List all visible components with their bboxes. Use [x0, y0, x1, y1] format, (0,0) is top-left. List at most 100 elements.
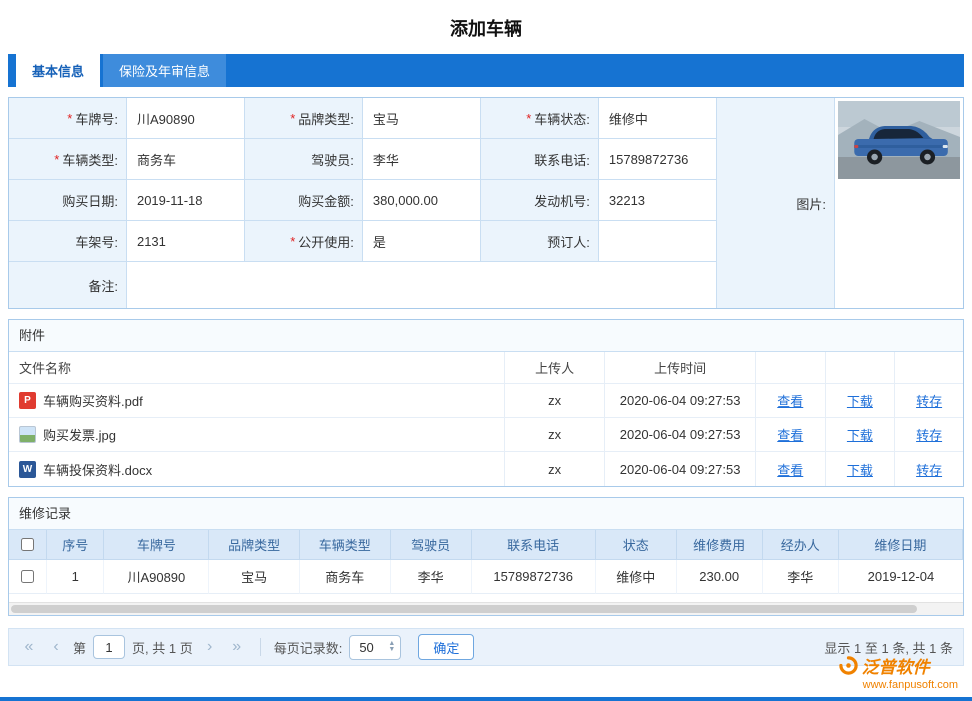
image-file-icon — [19, 426, 36, 443]
column-repair-date: 维修日期 — [839, 530, 963, 560]
required-star: * — [526, 111, 531, 126]
field-value-vehicle-status[interactable]: 维修中 — [599, 98, 717, 139]
status-cell: 维修中 — [596, 560, 677, 594]
attachments-title: 附件 — [9, 320, 963, 352]
label-text: 备注: — [88, 276, 118, 295]
per-page-label: 每页记录数: — [274, 638, 343, 657]
brand-type-cell: 宝马 — [209, 560, 300, 594]
label-text: 公开使用: — [298, 232, 354, 251]
word-file-icon — [19, 461, 36, 478]
row-checkbox[interactable] — [21, 570, 34, 583]
view-link[interactable]: 查看 — [777, 460, 803, 479]
handler-cell: 李华 — [763, 560, 839, 594]
field-value-reserver[interactable] — [599, 221, 717, 262]
download-link[interactable]: 下载 — [847, 391, 873, 410]
upload-time-cell: 2020-06-04 09:27:53 — [605, 452, 756, 486]
column-vehicle-type: 车辆类型 — [300, 530, 391, 560]
column-upload-time: 上传时间 — [605, 352, 756, 384]
next-page-icon[interactable]: › — [200, 636, 220, 658]
horizontal-scrollbar[interactable] — [9, 602, 963, 615]
maintenance-row: 1 川A90890 宝马 商务车 李华 15789872736 维修中 230.… — [9, 560, 963, 594]
label-text: 发动机号: — [534, 191, 590, 210]
label-text: 车辆类型: — [62, 150, 118, 169]
field-label-contact-phone: 联系电话: — [481, 139, 599, 180]
attachment-row: 车辆投保资料.docx zx 2020-06-04 09:27:53 查看 下载… — [9, 452, 963, 486]
column-plate-number: 车牌号 — [104, 530, 209, 560]
uploader-cell: zx — [505, 418, 605, 452]
field-value-contact-phone[interactable]: 15789872736 — [599, 139, 717, 180]
attachment-row: 购买发票.jpg zx 2020-06-04 09:27:53 查看 下载 转存 — [9, 418, 963, 452]
page-root: 添加车辆 基本信息 保险及年审信息 *车牌号: 川A90890 *品牌类型: 宝… — [0, 0, 972, 666]
field-label-vehicle-status: *车辆状态: — [481, 98, 599, 139]
prev-page-icon[interactable]: ‹ — [46, 636, 66, 658]
first-page-icon[interactable]: « — [19, 636, 39, 658]
page-number-input[interactable] — [93, 635, 125, 659]
column-brand-type: 品牌类型 — [209, 530, 300, 560]
file-name-cell: 购买发票.jpg — [9, 418, 505, 452]
field-value-vehicle-type[interactable]: 商务车 — [127, 139, 245, 180]
spinner-icon[interactable]: ▲▼ — [388, 641, 395, 653]
column-file-name: 文件名称 — [9, 352, 505, 384]
required-star: * — [290, 234, 295, 249]
field-value-purchase-amount[interactable]: 380,000.00 — [363, 180, 481, 221]
tab-basic-info[interactable]: 基本信息 — [16, 54, 100, 87]
download-link[interactable]: 下载 — [847, 425, 873, 444]
field-label-frame-number: 车架号: — [9, 221, 127, 262]
field-value-frame-number[interactable]: 2131 — [127, 221, 245, 262]
tab-insurance-info[interactable]: 保险及年审信息 — [103, 54, 226, 87]
label-text: 联系电话: — [534, 150, 590, 169]
download-link[interactable]: 下载 — [847, 460, 873, 479]
bottom-accent-bar — [0, 697, 972, 701]
column-uploader: 上传人 — [505, 352, 605, 384]
view-link[interactable]: 查看 — [777, 391, 803, 410]
column-index: 序号 — [47, 530, 104, 560]
transfer-link[interactable]: 转存 — [916, 460, 942, 479]
field-label-purchase-date: 购买日期: — [9, 180, 127, 221]
field-value-public-use[interactable]: 是 — [363, 221, 481, 262]
column-repair-cost: 维修费用 — [677, 530, 763, 560]
last-page-icon[interactable]: » — [227, 636, 247, 658]
contact-phone-cell: 15789872736 — [472, 560, 596, 594]
upload-time-cell: 2020-06-04 09:27:53 — [605, 418, 756, 452]
per-page-value: 50 — [359, 640, 373, 655]
column-handler: 经办人 — [763, 530, 839, 560]
label-text: 品牌类型: — [298, 109, 354, 128]
tab-bar: 基本信息 保险及年审信息 — [8, 54, 964, 87]
select-all-cell — [9, 530, 47, 560]
label-text: 车辆状态: — [534, 109, 590, 128]
field-value-brand-type[interactable]: 宝马 — [363, 98, 481, 139]
transfer-link[interactable]: 转存 — [916, 391, 942, 410]
file-name-cell: 车辆投保资料.docx — [9, 452, 505, 486]
field-label-brand-type: *品牌类型: — [245, 98, 363, 139]
pdf-file-icon — [19, 392, 36, 409]
column-action-transfer — [895, 352, 963, 384]
view-link[interactable]: 查看 — [777, 425, 803, 444]
fanpu-watermark: 泛普软件 www.fanpusoft.com — [839, 653, 958, 691]
field-value-driver[interactable]: 李华 — [363, 139, 481, 180]
driver-cell: 李华 — [391, 560, 472, 594]
field-label-reserver: 预订人: — [481, 221, 599, 262]
file-name: 车辆投保资料.docx — [43, 460, 152, 479]
field-value-plate-number[interactable]: 川A90890 — [127, 98, 245, 139]
column-contact-phone: 联系电话 — [472, 530, 596, 560]
field-value-purchase-date[interactable]: 2019-11-18 — [127, 180, 245, 221]
field-value-engine-number[interactable]: 32213 — [599, 180, 717, 221]
field-value-remark[interactable] — [127, 262, 717, 308]
field-label-image: 图片: — [717, 98, 835, 308]
fanpu-logo-icon — [839, 656, 858, 675]
per-page-select[interactable]: 50 ▲▼ — [349, 635, 401, 660]
label-text: 预订人: — [547, 232, 590, 251]
divider — [260, 638, 261, 656]
select-all-checkbox[interactable] — [21, 538, 34, 551]
repair-date-cell: 2019-12-04 — [839, 560, 963, 594]
vehicle-image-cell[interactable] — [835, 98, 963, 308]
transfer-link[interactable]: 转存 — [916, 425, 942, 444]
file-name: 购买发票.jpg — [43, 425, 116, 444]
label-text: 购买日期: — [62, 191, 118, 210]
maintenance-section: 维修记录 序号 车牌号 品牌类型 车辆类型 驾驶员 联系电话 状态 维修费用 经… — [8, 497, 964, 616]
label-text: 购买金额: — [298, 191, 354, 210]
scrollbar-thumb[interactable] — [11, 605, 917, 613]
maintenance-header-row: 序号 车牌号 品牌类型 车辆类型 驾驶员 联系电话 状态 维修费用 经办人 维修… — [9, 530, 963, 560]
confirm-button[interactable]: 确定 — [418, 634, 474, 660]
vehicle-type-cell: 商务车 — [300, 560, 391, 594]
